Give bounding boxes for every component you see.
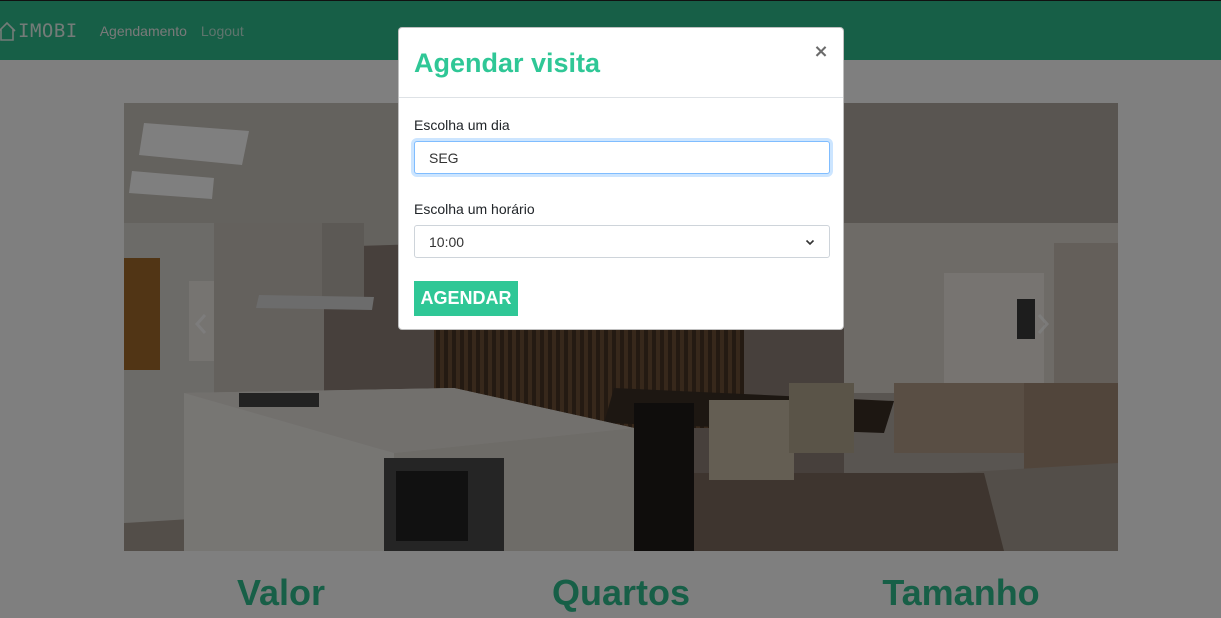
time-label: Escolha um horário (414, 201, 535, 217)
day-input[interactable] (414, 141, 830, 174)
time-select-value: 10:00 (429, 233, 465, 250)
close-icon: × (813, 41, 829, 62)
schedule-visit-modal: Agendar visita × Escolha um dia Escolha … (398, 27, 844, 330)
agendar-button[interactable]: AGENDAR (414, 281, 518, 316)
chevron-down-icon (805, 239, 815, 245)
day-label: Escolha um dia (414, 117, 510, 133)
modal-title: Agendar visita (414, 48, 601, 78)
close-button[interactable]: × (813, 42, 829, 62)
time-select[interactable]: 10:00 (414, 225, 830, 258)
modal-header: Agendar visita × (399, 28, 843, 98)
